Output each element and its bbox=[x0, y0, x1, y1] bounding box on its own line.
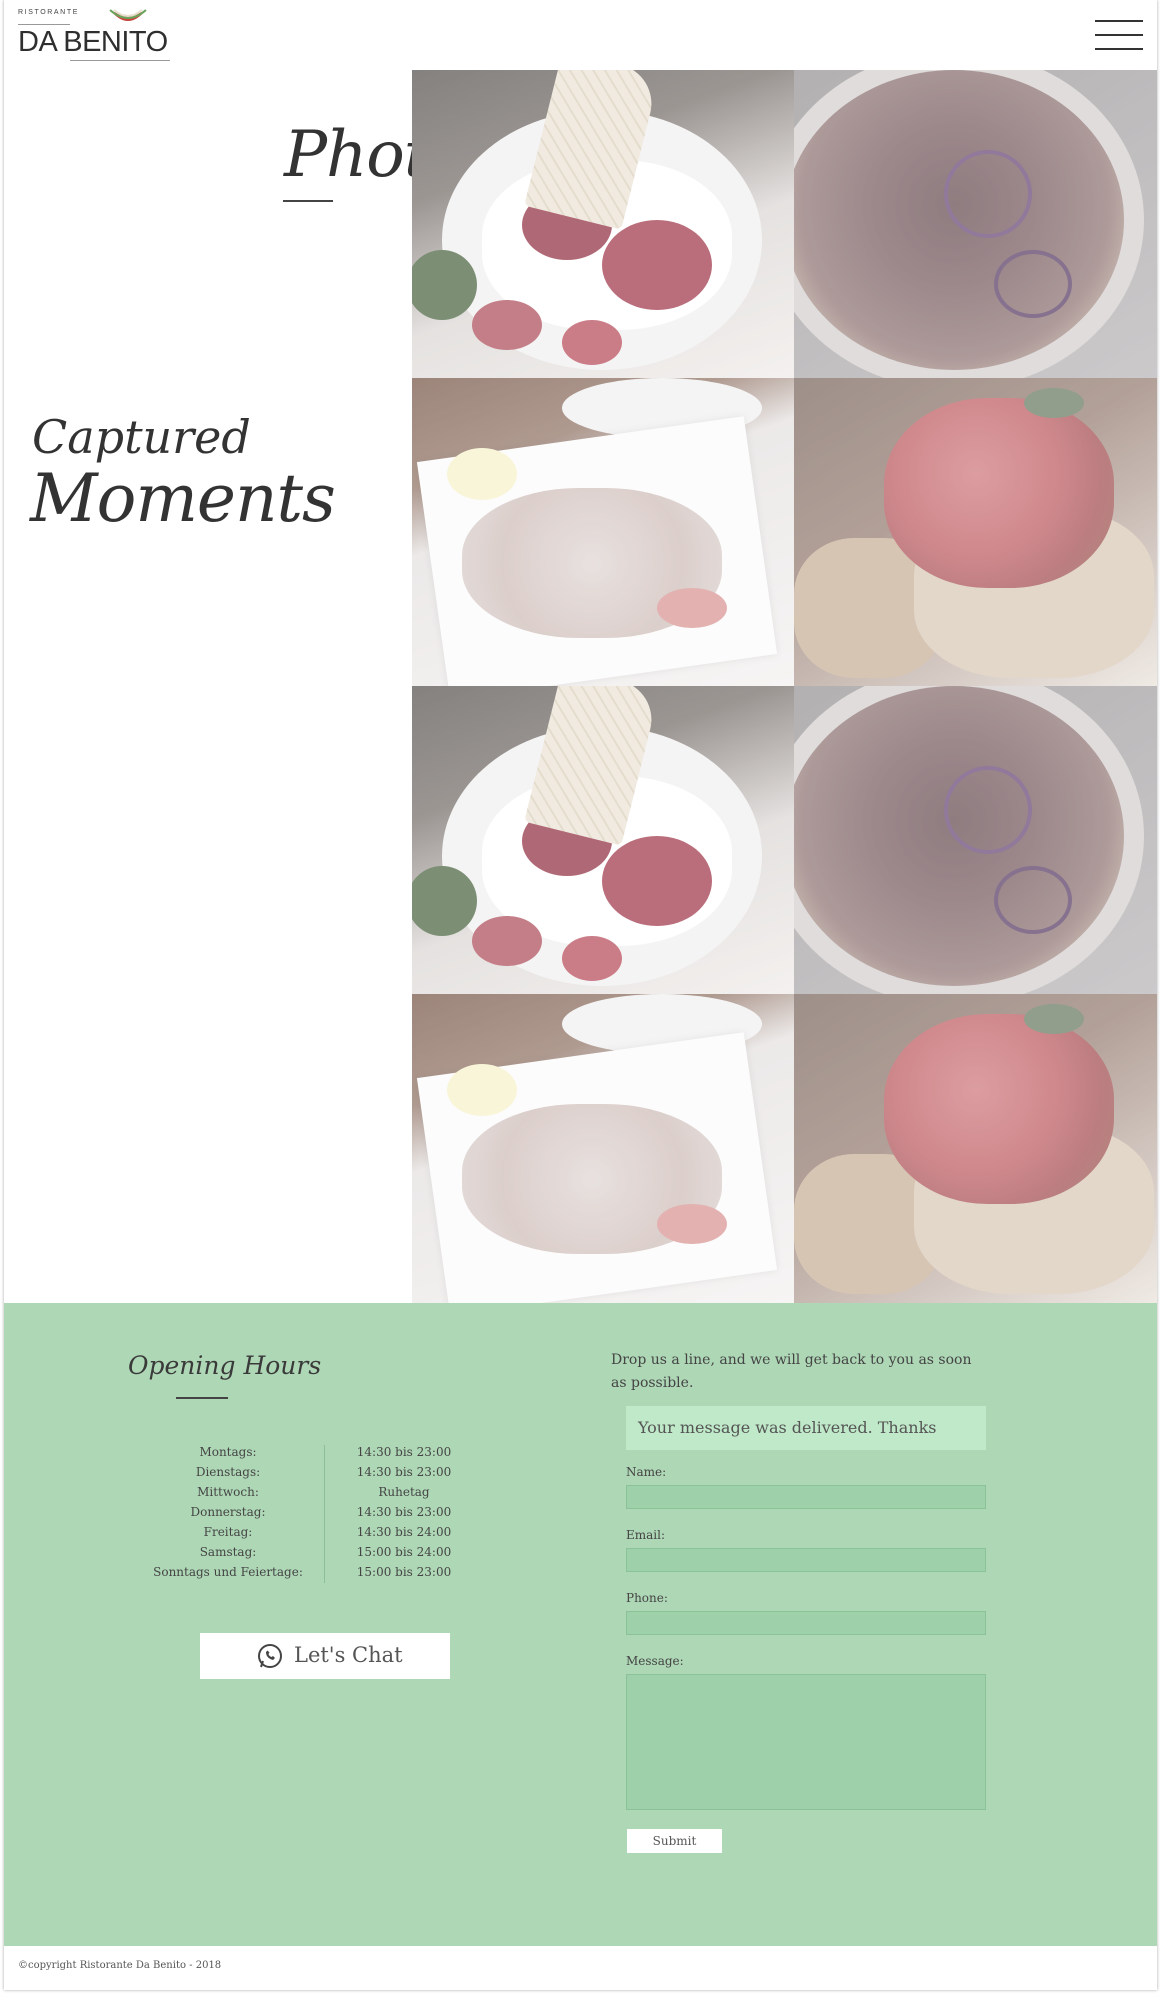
photo-dessert[interactable] bbox=[412, 70, 794, 378]
hours-day: Sonntags und Feiertage: bbox=[153, 1565, 303, 1579]
hours-time: 15:00 bis 24:00 bbox=[356, 1545, 452, 1559]
name-label: Name: bbox=[626, 1465, 667, 1479]
hours-time: 14:30 bis 23:00 bbox=[356, 1505, 452, 1519]
page: RISTORANTE DA BENITO Photos Captured Mom… bbox=[4, 0, 1157, 1990]
moments-text: Moments bbox=[30, 460, 336, 537]
hours-day: Samstag: bbox=[199, 1545, 257, 1559]
opening-hours-underline bbox=[176, 1397, 228, 1399]
opening-hours-table: Montags: 14:30 bis 23:00 Dienstags: 14:3… bbox=[144, 1445, 484, 1585]
whatsapp-icon bbox=[258, 1644, 282, 1668]
message-label: Message: bbox=[626, 1654, 684, 1668]
logo-rule bbox=[18, 24, 70, 25]
hours-row: Dienstags: 14:30 bis 23:00 bbox=[144, 1465, 484, 1485]
photo-fish[interactable] bbox=[412, 378, 794, 686]
hours-time: 14:30 bis 23:00 bbox=[356, 1465, 452, 1479]
photo-grid bbox=[412, 70, 1157, 1303]
photos-title-underline bbox=[283, 200, 333, 202]
hours-row: Donnerstag: 14:30 bis 23:00 bbox=[144, 1505, 484, 1525]
hours-day: Dienstags: bbox=[195, 1465, 261, 1479]
photo-fish[interactable] bbox=[412, 994, 794, 1303]
success-text: Your message was delivered. Thanks bbox=[638, 1418, 937, 1437]
photo-pizza[interactable] bbox=[794, 686, 1157, 994]
hours-row: Mittwoch: Ruhetag bbox=[144, 1485, 484, 1505]
hours-row: Montags: 14:30 bis 23:00 bbox=[144, 1445, 484, 1465]
hamburger-menu-icon[interactable] bbox=[1095, 20, 1143, 50]
photo-bruschetta[interactable] bbox=[794, 994, 1157, 1303]
captured-text: Captured bbox=[32, 410, 251, 464]
hours-day: Freitag: bbox=[203, 1525, 253, 1539]
hours-time: 14:30 bis 24:00 bbox=[356, 1525, 452, 1539]
lets-chat-label: Let's Chat bbox=[294, 1643, 403, 1667]
hours-time: Ruhetag bbox=[378, 1485, 430, 1499]
photo-pizza[interactable] bbox=[794, 70, 1157, 378]
phone-field[interactable] bbox=[626, 1611, 986, 1635]
email-field[interactable] bbox=[626, 1548, 986, 1572]
hours-row: Sonntags und Feiertage: 15:00 bis 23:00 bbox=[144, 1565, 484, 1585]
logo-name: DA BENITO bbox=[18, 26, 168, 58]
message-field[interactable] bbox=[626, 1674, 986, 1810]
photo-bruschetta[interactable] bbox=[794, 378, 1157, 686]
footer: ©copyright Ristorante Da Benito - 2018 bbox=[4, 1946, 1157, 1990]
contact-section: Opening Hours Montags: 14:30 bis 23:00 D… bbox=[4, 1303, 1157, 1946]
submit-button[interactable]: Submit bbox=[627, 1829, 722, 1853]
phone-label: Phone: bbox=[626, 1591, 668, 1605]
logo-underline bbox=[70, 60, 170, 61]
logo[interactable]: RISTORANTE DA BENITO bbox=[18, 6, 178, 64]
logo-mark-icon bbox=[109, 9, 147, 21]
email-label: Email: bbox=[626, 1528, 666, 1542]
logo-small-text: RISTORANTE bbox=[18, 9, 79, 16]
opening-hours-title: Opening Hours bbox=[128, 1351, 322, 1380]
header: RISTORANTE DA BENITO bbox=[4, 0, 1157, 70]
hours-row: Samstag: 15:00 bis 24:00 bbox=[144, 1545, 484, 1565]
lets-chat-button[interactable]: Let's Chat bbox=[200, 1633, 450, 1679]
success-message: Your message was delivered. Thanks bbox=[626, 1406, 986, 1450]
hours-day: Mittwoch: bbox=[197, 1485, 259, 1499]
photos-intro: Photos Captured Moments bbox=[4, 70, 499, 1303]
hours-day: Montags: bbox=[199, 1445, 257, 1459]
form-intro: Drop us a line, and we will get back to … bbox=[611, 1352, 972, 1391]
copyright: ©copyright Ristorante Da Benito - 2018 bbox=[18, 1960, 222, 1971]
name-field[interactable] bbox=[626, 1485, 986, 1509]
hours-day: Donnerstag: bbox=[190, 1505, 266, 1519]
hours-time: 15:00 bis 23:00 bbox=[356, 1565, 452, 1579]
submit-label: Submit bbox=[652, 1834, 697, 1848]
hours-row: Freitag: 14:30 bis 24:00 bbox=[144, 1525, 484, 1545]
hours-time: 14:30 bis 23:00 bbox=[356, 1445, 452, 1459]
photo-dessert[interactable] bbox=[412, 686, 794, 994]
